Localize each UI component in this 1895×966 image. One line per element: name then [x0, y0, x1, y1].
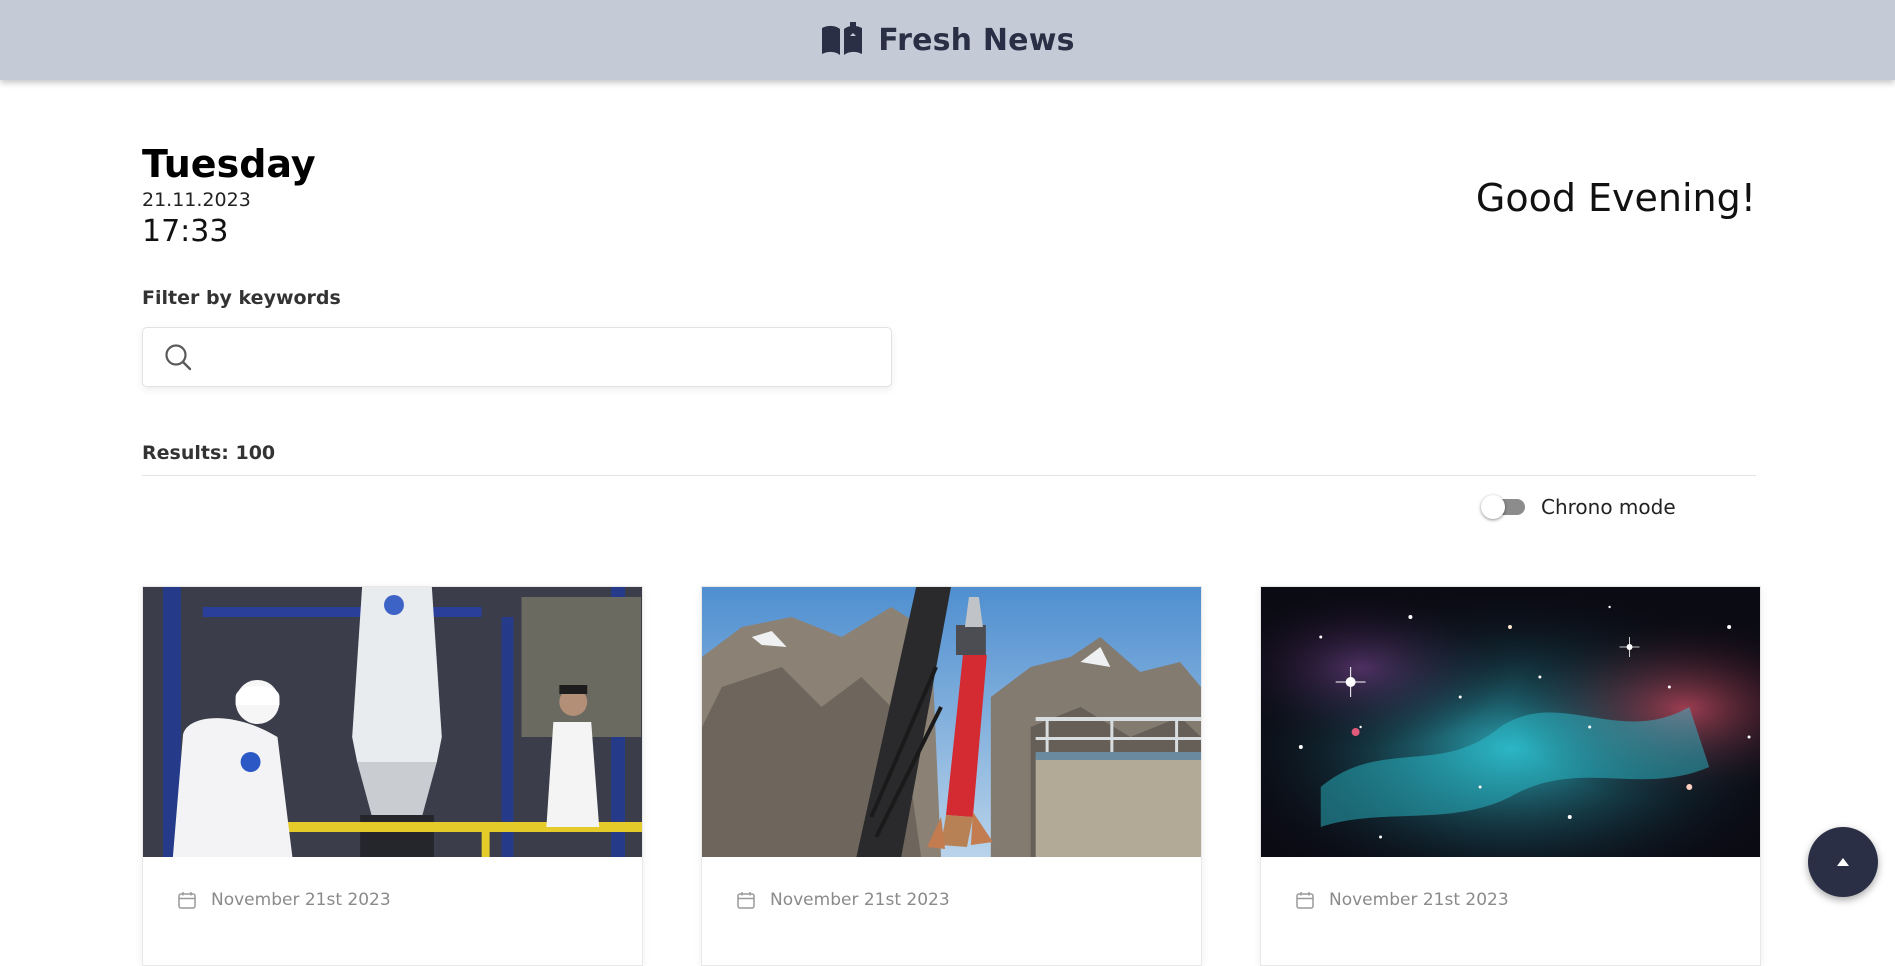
arrow-up-icon	[1837, 858, 1849, 866]
chrono-mode-toggle[interactable]	[1481, 495, 1527, 519]
news-card-image[interactable]	[1261, 587, 1760, 857]
chrono-mode-control[interactable]: Chrono mode	[1481, 495, 1676, 519]
results-divider	[142, 475, 1756, 476]
search-icon	[165, 344, 192, 371]
keyword-search-input[interactable]	[205, 327, 879, 387]
card-meta: November 21st 2023	[1261, 857, 1760, 943]
day-of-week: Tuesday	[142, 142, 316, 186]
card-meta: November 21st 2023	[143, 857, 642, 943]
top-header: Fresh News	[0, 0, 1895, 80]
open-book-icon	[822, 22, 863, 56]
app-title: Fresh News	[878, 22, 1075, 58]
news-card[interactable]: November 21st 2023	[142, 586, 643, 966]
news-card-image[interactable]	[702, 587, 1201, 857]
card-date: November 21st 2023	[211, 890, 391, 910]
news-card-image[interactable]	[143, 587, 642, 857]
calendar-icon	[1296, 892, 1314, 909]
news-card[interactable]: November 21st 2023	[1260, 586, 1761, 966]
filter-label: Filter by keywords	[142, 287, 341, 309]
toggle-knob	[1481, 495, 1505, 519]
scroll-to-top-button[interactable]	[1808, 827, 1878, 897]
card-meta: November 21st 2023	[702, 857, 1201, 943]
current-time: 17:33	[142, 214, 229, 249]
news-card[interactable]: November 21st 2023	[701, 586, 1202, 966]
current-date: 21.11.2023	[142, 189, 251, 211]
search-box[interactable]	[142, 327, 892, 387]
results-count: Results: 100	[142, 442, 276, 464]
calendar-icon	[737, 892, 755, 909]
brand[interactable]: Fresh News	[820, 22, 1075, 58]
greeting-text: Good Evening!	[1475, 176, 1756, 220]
calendar-icon	[178, 892, 196, 909]
chrono-mode-label: Chrono mode	[1541, 495, 1676, 519]
card-date: November 21st 2023	[1329, 890, 1509, 910]
card-date: November 21st 2023	[770, 890, 950, 910]
